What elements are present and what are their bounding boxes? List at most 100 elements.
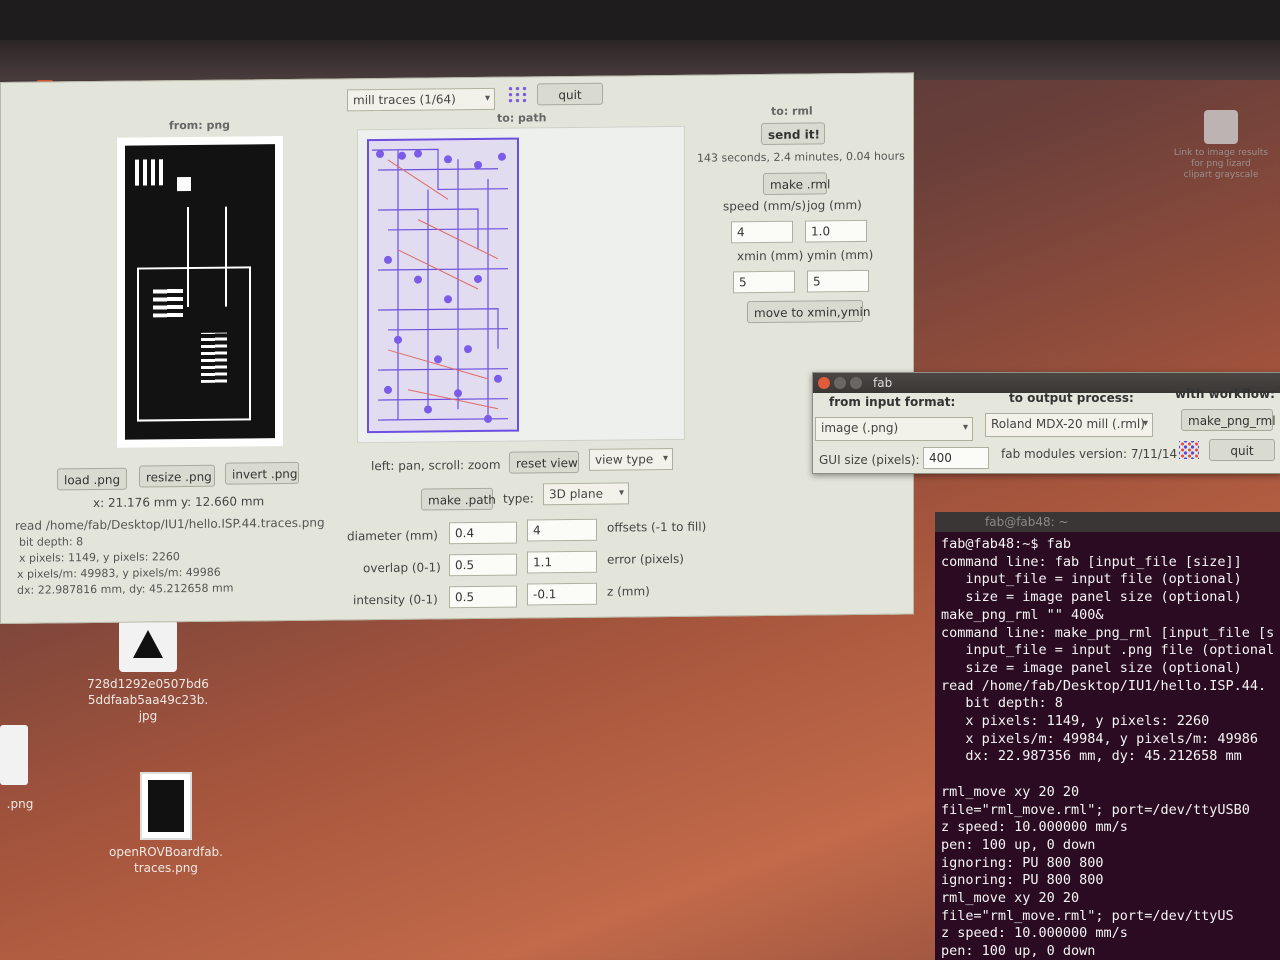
fab-dialog-title: fab: [873, 376, 893, 390]
grid-icon[interactable]: [1179, 441, 1199, 459]
intensity-label: intensity (0-1): [353, 592, 438, 608]
path-preview-panel[interactable]: [357, 125, 685, 444]
type-select[interactable]: 3D plane ▾: [543, 482, 629, 506]
input-format-select[interactable]: image (.png) ▾: [815, 417, 973, 441]
desktop-icon-png[interactable]: .png: [0, 796, 40, 812]
terminal-output: fab@fab48:~$ fab command line: fab [input…: [935, 532, 1280, 960]
reset-view-button[interactable]: reset view: [509, 450, 579, 474]
speed-label: speed (mm/s): [723, 198, 807, 214]
terminal-line: file="rml_move.rml"; port=/dev/ttyUSB0: [941, 801, 1250, 818]
close-icon[interactable]: [818, 377, 830, 389]
ymin-label: ymin (mm): [807, 247, 874, 263]
fab-version: fab modules version: 7/11/14: [1001, 447, 1178, 461]
gui-size-label: GUI size (pixels):: [819, 453, 920, 467]
type-select-value: 3D plane: [549, 486, 603, 502]
pcb-pad: [153, 287, 183, 318]
terminal-line: rml_move xy 20 20: [941, 890, 1080, 907]
file-thumbnail-icon: [1204, 110, 1238, 144]
terminal-title: fab@fab48: ~: [935, 512, 1280, 532]
minimize-icon[interactable]: [834, 377, 846, 389]
input-format-value: image (.png): [821, 421, 899, 435]
z-label: z (mm): [607, 584, 650, 599]
jog-input[interactable]: 1.0: [805, 219, 867, 243]
ymin-input[interactable]: 5: [807, 269, 869, 293]
terminal-line: ignoring: PU 800 800: [941, 854, 1104, 871]
resize-png-button[interactable]: resize .png: [139, 464, 215, 488]
output-process-select[interactable]: Roland MDX-20 mill (.rml) ▾: [985, 413, 1153, 437]
view-type-value: view type: [595, 452, 654, 467]
make-path-button[interactable]: make .path: [421, 487, 496, 511]
xmin-input[interactable]: 5: [733, 270, 795, 294]
process-select-value: mill traces (1/64): [353, 92, 456, 108]
from-png-header: from: png: [169, 118, 231, 133]
jog-label: jog (mm): [807, 197, 862, 213]
fab-dialog: fab from input format: to output process…: [812, 372, 1280, 474]
terminal-line: bit depth: 8: [941, 695, 1063, 712]
terminal-line: x pixels/m: 49984, y pixels/m: 49986: [941, 730, 1258, 747]
terminal-line: z speed: 10.000000 mm/s: [941, 819, 1128, 836]
desktop-icon-link[interactable]: Link to image results for png lizard cli…: [1166, 110, 1276, 181]
terminal-line: read /home/fab/Desktop/IU1/hello.ISP.44.: [941, 677, 1267, 694]
diameter-input[interactable]: 0.4: [449, 521, 517, 545]
grid-icon[interactable]: [507, 85, 527, 104]
terminal-line: pen: 100 up, 0 down: [941, 943, 1096, 960]
image-info-line: x pixels/m: 49983, y pixels/m: 49986: [17, 565, 221, 581]
to-rml-header: to: rml: [771, 104, 813, 118]
process-select[interactable]: mill traces (1/64) ▾: [347, 87, 495, 112]
maximize-icon[interactable]: [850, 377, 862, 389]
fab-quit-button[interactable]: quit: [1209, 439, 1275, 461]
desktop-icon-fragment[interactable]: [0, 725, 28, 785]
terminal-line: input_file = input .png file (optional: [941, 642, 1275, 659]
offsets-input[interactable]: 4: [527, 518, 597, 542]
desktop-icon-label: openROVBoardfab. traces.png: [108, 845, 223, 875]
overlap-input[interactable]: 0.5: [449, 553, 517, 577]
cursor-position: x: 21.176 mm y: 12.660 mm: [93, 494, 265, 511]
input-format-header: from input format:: [829, 395, 956, 409]
workflow-button[interactable]: make_png_rml: [1181, 409, 1276, 431]
xmin-label: xmin (mm): [737, 248, 804, 264]
file-thumbnail-icon: [119, 620, 177, 672]
terminal-line: command line: fab [input_file [size]]: [941, 553, 1242, 570]
move-to-xmin-ymin-button[interactable]: move to xmin,ymin: [747, 299, 870, 324]
chevron-down-icon: ▾: [484, 92, 490, 104]
pcb-thumbnail-icon: [140, 772, 192, 840]
image-info-line: read /home/fab/Desktop/IU1/hello.ISP.44.…: [15, 515, 325, 533]
terminal-line: command line: make_png_rml [input_file […: [941, 624, 1275, 641]
z-input[interactable]: -0.1: [527, 582, 597, 606]
pcb-pad: [201, 332, 227, 383]
error-input[interactable]: 1.1: [527, 550, 597, 574]
intensity-input[interactable]: 0.5: [449, 585, 517, 609]
gui-size-input[interactable]: 400: [923, 447, 989, 469]
pcb-pad: [135, 159, 165, 186]
terminal-line: size = image panel size (optional): [941, 589, 1242, 606]
terminal-window[interactable]: fab@fab48: ~ fab@fab48:~$ fab command lin…: [935, 512, 1280, 960]
chevron-down-icon: ▾: [662, 453, 668, 465]
toolpath-plot: [367, 137, 519, 434]
quit-button[interactable]: quit: [537, 82, 603, 106]
chevron-down-icon: ▾: [618, 487, 624, 499]
terminal-line: ignoring: PU 800 800: [941, 872, 1104, 889]
terminal-line: size = image panel size (optional): [941, 659, 1242, 676]
png-preview-panel[interactable]: [117, 136, 283, 448]
invert-png-button[interactable]: invert .png: [225, 461, 299, 485]
terminal-line: z speed: 10.000000 mm/s: [941, 925, 1128, 942]
type-label: type:: [503, 491, 534, 506]
desktop-icon-jpg[interactable]: 728d1292e0507bd6 5ddfaab5aa49c23b. jpg: [78, 620, 218, 724]
terminal-line: dx: 22.987356 mm, dy: 45.212658 mm: [941, 748, 1242, 765]
desktop-icon-traces-png[interactable]: openROVBoardfab. traces.png: [96, 772, 236, 876]
desktop-top-shade: [0, 40, 1280, 80]
terminal-line: rml_move xy 20 20: [941, 783, 1080, 800]
make-rml-button[interactable]: make .rml: [763, 172, 830, 196]
speed-input[interactable]: 4: [731, 220, 793, 244]
terminal-line: make_png_rml "" 400&: [941, 606, 1104, 623]
image-info-line: x pixels: 1149, y pixels: 2260: [19, 550, 180, 565]
chevron-down-icon: ▾: [1142, 418, 1148, 429]
view-type-select[interactable]: view type ▾: [589, 447, 673, 471]
terminal-line: x pixels: 1149, y pixels: 2260: [941, 713, 1210, 730]
offsets-label: offsets (-1 to fill): [607, 519, 707, 535]
send-it-button[interactable]: send it!: [761, 122, 825, 146]
terminal-line: fab@fab48:~$ fab: [941, 536, 1072, 552]
load-png-button[interactable]: load .png: [57, 467, 127, 491]
image-info-line: bit depth: 8: [19, 535, 84, 549]
